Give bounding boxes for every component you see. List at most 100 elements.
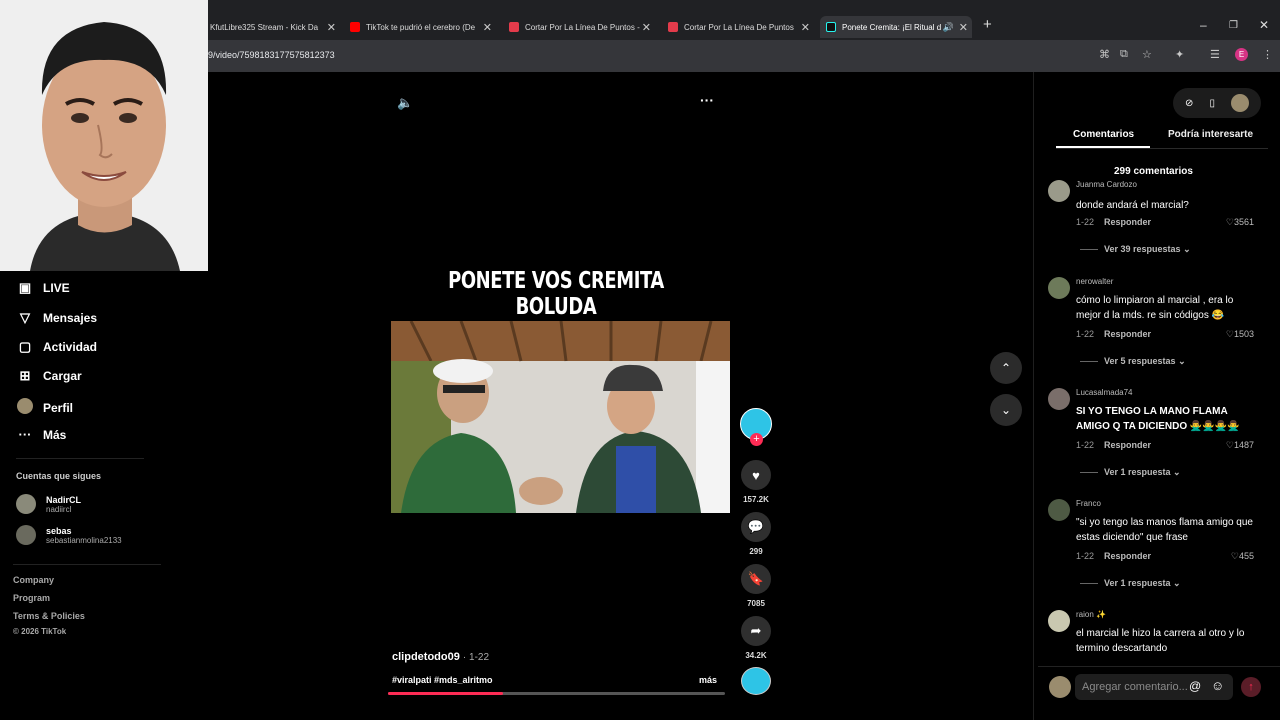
comment-date: 1-22 bbox=[1076, 440, 1095, 450]
browser-tab[interactable]: Cortar Por La Línea De Puntos ✕ bbox=[662, 16, 814, 38]
tab-title: KfutLibre325 Stream - Kick Da bbox=[210, 22, 319, 32]
comment-username[interactable]: Juanma Cardozo bbox=[1076, 180, 1137, 189]
comment-item: Juanma Cardozo donde andará el marcial? … bbox=[1048, 180, 1268, 260]
coin-icon[interactable]: ⊘ bbox=[1185, 98, 1193, 109]
video-progress-bar[interactable] bbox=[388, 692, 725, 695]
minimize-icon[interactable]: – bbox=[1200, 18, 1207, 32]
account-name: NadirCL bbox=[46, 494, 82, 505]
view-replies-button[interactable]: Ver 1 respuesta ⌄ bbox=[1080, 578, 1181, 589]
volume-icon[interactable]: 🔈 bbox=[397, 95, 413, 111]
tab-comments[interactable]: Comentarios bbox=[1073, 129, 1134, 140]
restore-icon[interactable]: ❐ bbox=[1229, 20, 1238, 31]
comment-like-button[interactable]: ♡3561 bbox=[1226, 217, 1254, 228]
sidebar-item-upload[interactable]: ⊞ Cargar bbox=[16, 368, 82, 384]
close-tab-icon[interactable]: ✕ bbox=[483, 21, 492, 34]
tab-recommended[interactable]: Podría interesarte bbox=[1168, 129, 1253, 140]
browser-menu-icon[interactable]: ⋮ bbox=[1262, 48, 1273, 61]
comment-username[interactable]: Franco bbox=[1076, 499, 1101, 508]
browser-tab[interactable]: Cortar Por La Línea De Puntos - ✕ bbox=[503, 16, 655, 38]
profile-avatar bbox=[16, 398, 34, 417]
sidebar-item-label: LIVE bbox=[43, 281, 70, 295]
avatar[interactable] bbox=[1230, 94, 1249, 112]
following-account[interactable]: NadirCL nadiircl bbox=[16, 494, 81, 514]
account-handle: nadiircl bbox=[46, 504, 72, 514]
expand-description-link[interactable]: más bbox=[699, 675, 717, 685]
comment-username[interactable]: raion ✨ bbox=[1076, 610, 1106, 619]
close-tab-icon[interactable]: ✕ bbox=[327, 21, 336, 34]
emoji-icon[interactable]: ☺ bbox=[1211, 678, 1224, 693]
comment-username[interactable]: nerowalter bbox=[1076, 277, 1113, 286]
view-replies-button[interactable]: Ver 1 respuesta ⌄ bbox=[1080, 467, 1181, 478]
share-button[interactable]: ➦ bbox=[741, 616, 771, 646]
hashtags[interactable]: #viralpati #mds_alritmo bbox=[392, 675, 493, 685]
more-options-icon[interactable]: ··· bbox=[700, 92, 714, 108]
like-button[interactable]: ♥ bbox=[741, 460, 771, 490]
reply-button[interactable]: Responder bbox=[1104, 217, 1151, 227]
avatar[interactable] bbox=[1048, 180, 1070, 202]
mention-icon[interactable]: @ bbox=[1189, 679, 1201, 693]
browser-tab[interactable]: TikTok te pudrió el cerebro (De ✕ bbox=[344, 16, 496, 38]
avatar[interactable] bbox=[1048, 499, 1070, 521]
extensions-icon[interactable]: ✦ bbox=[1175, 48, 1184, 61]
comment-count: 299 bbox=[749, 547, 763, 556]
comment-input[interactable]: Agregar comentario... @ ☺ bbox=[1075, 674, 1233, 700]
close-tab-icon[interactable]: ✕ bbox=[642, 21, 651, 34]
site-favicon-icon bbox=[509, 22, 519, 32]
view-replies-button[interactable]: Ver 39 respuestas ⌄ bbox=[1080, 244, 1191, 255]
sidebar-item-live[interactable]: ▣ LIVE bbox=[16, 280, 70, 296]
sidebar-item-messages[interactable]: ▽ Mensajes bbox=[16, 310, 97, 326]
bookmark-star-icon[interactable]: ☆ bbox=[1142, 48, 1152, 61]
divider bbox=[1056, 148, 1268, 149]
reading-list-icon[interactable]: ☰ bbox=[1210, 48, 1220, 61]
comment-item: Franco "si yo tengo las manos flama amig… bbox=[1048, 499, 1268, 594]
browser-tab[interactable]: KfutLibre325 Stream - Kick Da ✕ bbox=[204, 16, 340, 38]
comment-like-button[interactable]: ♡1503 bbox=[1226, 329, 1254, 340]
profile-avatar[interactable]: E bbox=[1235, 48, 1248, 61]
sidebar-item-activity[interactable]: ▢ Actividad bbox=[16, 339, 97, 355]
device-icon[interactable]: ▯ bbox=[1209, 98, 1215, 109]
top-actions-pill: ⊘ ▯ bbox=[1173, 88, 1261, 118]
close-window-icon[interactable]: ✕ bbox=[1259, 18, 1269, 32]
comment-input-placeholder: Agregar comentario... bbox=[1082, 681, 1188, 693]
like-count: 157.2K bbox=[743, 495, 769, 504]
close-tab-icon[interactable]: ✕ bbox=[959, 21, 968, 34]
youtube-favicon-icon bbox=[350, 22, 360, 32]
music-disc-icon[interactable] bbox=[741, 667, 771, 695]
comment-count-label: 299 comentarios bbox=[1114, 166, 1193, 177]
translate-icon[interactable]: ⌘ bbox=[1099, 48, 1110, 61]
follow-plus-icon[interactable]: + bbox=[750, 433, 763, 446]
previous-video-button[interactable]: ⌃ bbox=[990, 352, 1022, 384]
avatar[interactable] bbox=[1048, 610, 1070, 632]
author-name[interactable]: clipdetodo09 bbox=[392, 651, 460, 663]
url-text[interactable]: 9/video/7598183177575812373 bbox=[208, 50, 335, 60]
following-account[interactable]: sebas sebastianmolina2133 bbox=[16, 525, 122, 545]
comment-like-button[interactable]: ♡1487 bbox=[1226, 440, 1254, 451]
avatar[interactable] bbox=[1048, 388, 1070, 410]
install-app-icon[interactable]: ⧉ bbox=[1120, 48, 1128, 61]
footer-link-company[interactable]: Company bbox=[13, 575, 54, 585]
comment-text: donde andará el marcial? bbox=[1076, 200, 1189, 211]
view-replies-label: Ver 39 respuestas bbox=[1104, 244, 1181, 254]
browser-tab-active[interactable]: Ponete Cremita: ¡El Ritual d 🔊 ✕ bbox=[820, 16, 972, 38]
comment-username[interactable]: Lucasalmada74 bbox=[1076, 388, 1132, 397]
next-video-button[interactable]: ⌄ bbox=[990, 394, 1022, 426]
new-tab-icon[interactable]: + bbox=[983, 16, 992, 33]
video-player[interactable] bbox=[391, 321, 730, 513]
save-button[interactable]: 🔖 bbox=[741, 564, 771, 594]
sidebar-item-profile[interactable]: Perfil bbox=[16, 398, 73, 417]
close-tab-icon[interactable]: ✕ bbox=[801, 21, 810, 34]
comment-button[interactable]: 💬 bbox=[741, 512, 771, 542]
live-icon: ▣ bbox=[18, 280, 32, 295]
footer-link-terms[interactable]: Terms & Policies bbox=[13, 611, 85, 621]
comment-like-button[interactable]: ♡455 bbox=[1231, 551, 1254, 562]
reply-button[interactable]: Responder bbox=[1104, 329, 1151, 339]
post-comment-button[interactable]: ↑ bbox=[1241, 677, 1261, 697]
avatar[interactable] bbox=[1048, 277, 1070, 299]
view-replies-button[interactable]: Ver 5 respuestas ⌄ bbox=[1080, 356, 1186, 367]
reply-button[interactable]: Responder bbox=[1104, 551, 1151, 561]
footer-link-program[interactable]: Program bbox=[13, 593, 50, 603]
sidebar-item-more[interactable]: ··· Más bbox=[16, 427, 67, 442]
comment-text: SI YO TENGO LA MANO FLAMA AMIGO Q TA DIC… bbox=[1076, 406, 1240, 432]
audio-playing-icon[interactable]: 🔊 bbox=[943, 22, 954, 33]
reply-button[interactable]: Responder bbox=[1104, 440, 1151, 450]
